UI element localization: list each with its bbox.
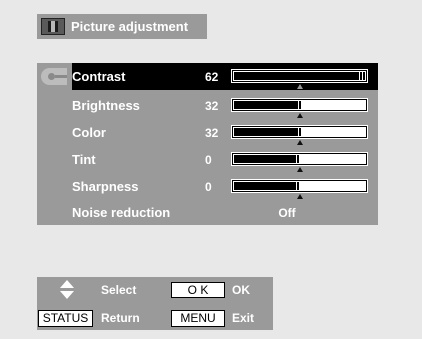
setting-row-color[interactable]: Color 32	[37, 119, 378, 146]
center-marker	[296, 167, 303, 172]
setting-value: 0	[205, 179, 212, 194]
exit-hint: Exit	[232, 311, 255, 325]
setting-value: 32	[205, 98, 219, 113]
level-bar[interactable]	[231, 152, 368, 166]
center-marker	[296, 113, 303, 118]
select-hint: Select	[101, 283, 137, 297]
return-hint: Return	[101, 311, 140, 325]
menu-title: Picture adjustment	[71, 19, 189, 34]
center-marker	[296, 140, 303, 145]
menu-key[interactable]: MENU	[171, 310, 225, 327]
ok-key[interactable]: O K	[171, 282, 225, 298]
level-bar[interactable]	[231, 69, 368, 83]
setting-row-tint[interactable]: Tint 0	[37, 146, 378, 173]
level-bar[interactable]	[231, 125, 368, 139]
setting-row-brightness[interactable]: Brightness 32	[37, 92, 378, 119]
setting-label: Noise reduction	[72, 205, 171, 220]
level-bar[interactable]	[231, 98, 368, 112]
setting-row-contrast[interactable]: Contrast 62	[37, 63, 378, 90]
setting-value: 62	[205, 69, 219, 84]
setting-label: Tint	[72, 152, 96, 167]
help-bar: Select O K OK STATUS Return MENU Exit	[37, 277, 273, 330]
setting-value: 0	[205, 152, 212, 167]
ok-hint: OK	[232, 283, 250, 297]
status-key[interactable]: STATUS	[38, 310, 93, 327]
setting-row-sharpness[interactable]: Sharpness 0	[37, 173, 378, 200]
setting-value: 32	[205, 125, 219, 140]
setting-value: Off	[278, 205, 296, 220]
picture-icon	[41, 18, 65, 35]
up-down-arrows-icon	[60, 280, 74, 300]
setting-label: Contrast	[72, 69, 126, 84]
menu-title-bar: Picture adjustment	[37, 14, 207, 39]
center-marker	[296, 84, 303, 89]
setting-row-noise-reduction[interactable]: Noise reduction Off	[37, 199, 378, 226]
setting-label: Color	[72, 125, 106, 140]
level-bar[interactable]	[231, 179, 368, 193]
settings-panel: Contrast 62 Brightness 32 Color 32 Tint …	[37, 63, 378, 225]
setting-label: Brightness	[72, 98, 140, 113]
hand-pointer-icon	[37, 63, 72, 90]
setting-label: Sharpness	[72, 179, 139, 194]
